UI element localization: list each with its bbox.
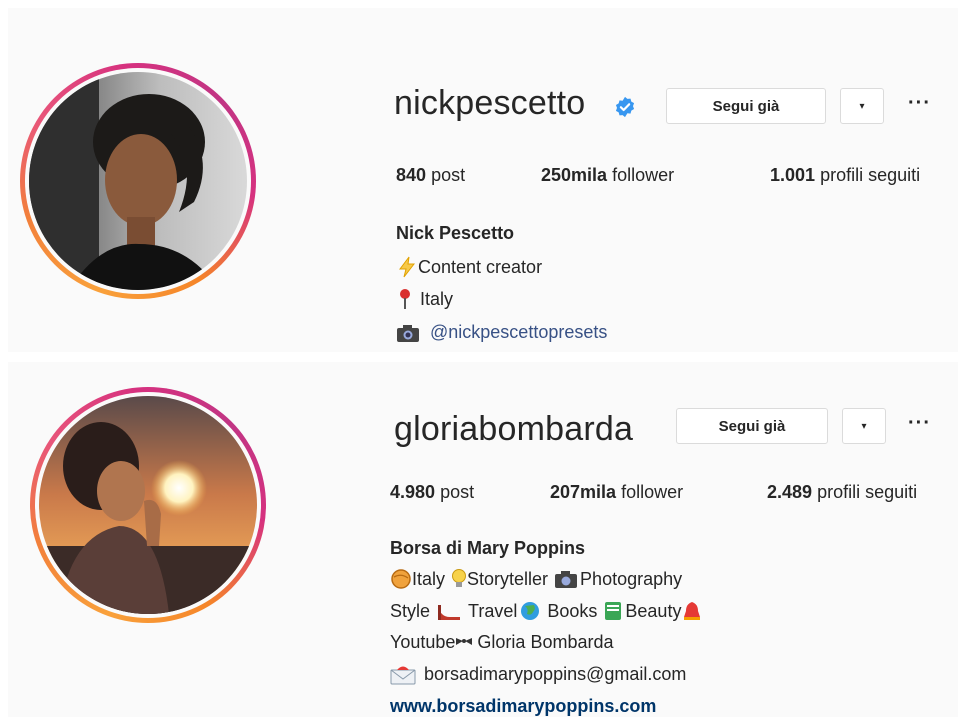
more-options-button[interactable]: ··· bbox=[908, 92, 931, 115]
globe-icon bbox=[519, 600, 541, 622]
email-text: borsadimarypoppins@gmail.com bbox=[424, 664, 687, 684]
following-count[interactable]: 2.489 profili seguiti bbox=[767, 482, 917, 503]
verified-badge-icon bbox=[615, 96, 635, 118]
bio-line-1: Italy Storyteller Photography bbox=[390, 568, 682, 590]
suggestions-dropdown-button[interactable]: ▾ bbox=[840, 88, 884, 124]
book-icon bbox=[603, 600, 623, 622]
camera-icon bbox=[396, 323, 420, 343]
globe-icon bbox=[390, 568, 412, 590]
bio-line-4: borsadimarypoppins@gmail.com bbox=[390, 664, 686, 685]
bell-icon bbox=[681, 600, 703, 622]
bio-line-3: Youtube Gloria Bombarda bbox=[390, 632, 614, 652]
username: gloriabombarda bbox=[394, 410, 634, 448]
more-options-button[interactable]: ··· bbox=[908, 412, 931, 435]
profile-header-nickpescetto: nickpescetto Segui già ▾ ··· 840 post 25… bbox=[8, 8, 958, 352]
followers-count[interactable]: 207mila follower bbox=[550, 482, 683, 503]
bio-line-3: @nickpescettopresets bbox=[396, 322, 607, 343]
story-ring[interactable] bbox=[20, 63, 256, 299]
following-count[interactable]: 1.001 profili seguiti bbox=[770, 165, 920, 186]
chevron-down-icon: ▾ bbox=[861, 420, 867, 432]
website-link[interactable]: www.borsadimarypoppins.com bbox=[390, 696, 656, 717]
suggestions-dropdown-button[interactable]: ▾ bbox=[842, 408, 886, 444]
profile-header-gloriabombarda: gloriabombarda Segui già ▾ ··· 4.980 pos… bbox=[8, 362, 958, 717]
pushpin-icon bbox=[396, 288, 416, 310]
full-name: Nick Pescetto bbox=[396, 223, 515, 243]
username: nickpescetto bbox=[394, 84, 586, 122]
ribbon-icon bbox=[455, 635, 473, 651]
envelope-icon bbox=[390, 665, 416, 685]
bio-line-1: Content creator bbox=[396, 256, 542, 278]
avatar bbox=[29, 72, 247, 290]
chevron-down-icon: ▾ bbox=[859, 100, 865, 112]
following-button[interactable]: Segui già bbox=[676, 408, 828, 444]
camera-icon bbox=[554, 569, 578, 589]
lightbulb-icon bbox=[451, 568, 467, 590]
story-ring[interactable] bbox=[30, 387, 266, 623]
mention-link[interactable]: @nickpescettopresets bbox=[430, 322, 607, 343]
following-button[interactable]: Segui già bbox=[666, 88, 826, 124]
full-name: Borsa di Mary Poppins bbox=[390, 538, 586, 558]
bio-line-2: Style Travel Books Beauty bbox=[390, 600, 703, 622]
lightning-icon bbox=[396, 256, 418, 278]
posts-count: 4.980 post bbox=[390, 482, 475, 502]
followers-count[interactable]: 250mila follower bbox=[541, 165, 674, 186]
posts-count: 840 post bbox=[396, 165, 466, 185]
high-heel-icon bbox=[436, 601, 462, 621]
avatar bbox=[39, 396, 257, 614]
bio-line-2: Italy bbox=[396, 288, 453, 310]
